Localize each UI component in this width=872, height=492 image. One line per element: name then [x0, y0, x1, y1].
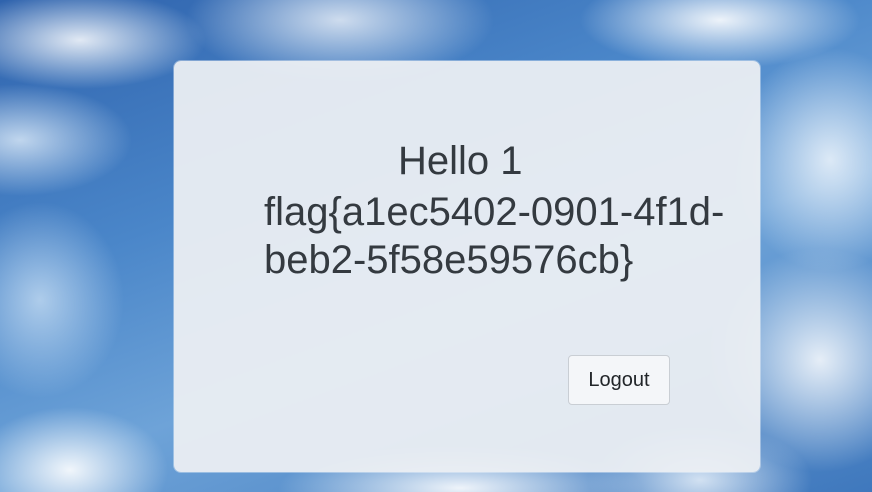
flag-text-line-1: flag{a1ec5402-0901-4f1d-: [264, 190, 725, 234]
flag-text-line-2: beb2-5f58e59576cb}: [264, 238, 634, 282]
flag-text: flag{a1ec5402-0901-4f1d- beb2-5f58e59576…: [264, 188, 804, 284]
greeting-heading: Hello 1: [398, 139, 523, 183]
logout-button[interactable]: Logout: [568, 355, 670, 405]
